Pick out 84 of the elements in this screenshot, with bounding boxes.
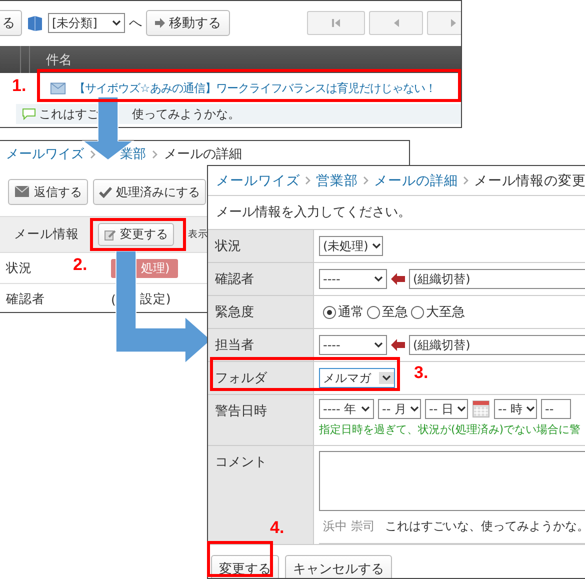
comment-author: 浜中 崇司 xyxy=(323,518,375,535)
folder-select[interactable]: メルマガ xyxy=(319,368,395,388)
first-page-icon xyxy=(331,18,341,28)
next-icon xyxy=(450,18,458,28)
chevron-down-icon xyxy=(372,243,382,249)
mail-subject-link[interactable]: 【サイボウズ☆あみの通信】ワークライフバランスは育児だけじゃない！ xyxy=(74,81,436,96)
action-button[interactable]: 処理済みにする xyxy=(93,179,206,205)
toolbar-button[interactable]: る xyxy=(0,10,22,36)
date-select[interactable]: ---- 年 xyxy=(319,399,374,419)
organization-select[interactable]: (組織切替) xyxy=(409,335,585,355)
chevron-down-icon xyxy=(526,406,536,412)
column-header: 件名 xyxy=(45,52,72,68)
field-label: 警告日時 xyxy=(215,404,267,419)
field-value: 設定) xyxy=(140,290,171,308)
breadcrumb-item[interactable]: 業部 xyxy=(120,145,146,163)
calendar-icon[interactable] xyxy=(472,400,490,418)
warning-note: 指定日時を過ぎて、状況が(処理済み)でない場合に警 xyxy=(319,422,581,437)
instruction-text: メール情報を入力してください。 xyxy=(215,204,412,222)
check-icon xyxy=(99,186,112,198)
breadcrumb-chevron-icon xyxy=(90,150,96,158)
arrow-left-icon xyxy=(391,339,405,351)
breadcrumb-chevron-icon xyxy=(363,176,369,185)
arrow-left-icon xyxy=(391,273,405,285)
previous-page-button[interactable] xyxy=(369,11,423,35)
section-title: メール情報 xyxy=(13,226,80,243)
user-select[interactable]: ---- xyxy=(319,269,387,289)
previous-icon xyxy=(392,18,400,28)
comment-field[interactable] xyxy=(319,451,585,511)
chevron-down-icon xyxy=(410,406,420,412)
breadcrumb-item[interactable]: 営業部 xyxy=(316,172,358,190)
date-select[interactable]: -- xyxy=(541,399,571,419)
envelope-icon xyxy=(50,81,66,96)
step-number: 3. xyxy=(414,363,428,383)
edit-icon xyxy=(104,228,116,240)
folder-select[interactable]: [未分類] xyxy=(48,13,125,33)
field-label: フォルダ xyxy=(215,371,267,386)
chevron-down-icon xyxy=(361,406,370,412)
field-label: 状況 xyxy=(6,260,32,274)
highlight-frame xyxy=(207,541,273,577)
form-button[interactable]: キャンセルする xyxy=(285,555,392,578)
display-link[interactable]: 表示 xyxy=(188,228,208,241)
action-button[interactable]: 返信する xyxy=(8,179,88,205)
comment-text: 使ってみようかな。 xyxy=(132,106,240,122)
field-label: 確認者 xyxy=(215,272,254,287)
chevron-down-icon xyxy=(112,20,121,26)
field-label: 緊急度 xyxy=(215,305,254,320)
user-select[interactable]: ---- xyxy=(319,335,387,355)
speech-bubble-icon xyxy=(22,108,36,120)
edit-button[interactable]: 変更する xyxy=(98,223,174,246)
field-label: 状況 xyxy=(215,239,241,254)
field-value: ( xyxy=(111,292,116,306)
breadcrumb-item: メールの詳細 xyxy=(164,146,242,163)
status-select[interactable]: (未処理) xyxy=(319,236,383,256)
breadcrumb-item[interactable]: メールワイズ xyxy=(6,145,84,163)
select-suffix: へ xyxy=(129,15,142,32)
breadcrumb-item[interactable]: メールの詳細 xyxy=(374,172,458,190)
first-page-button[interactable] xyxy=(307,11,365,35)
envelope-icon xyxy=(14,185,30,199)
breadcrumb-chevron-icon xyxy=(305,176,311,185)
urgency-radio[interactable]: 大至急 xyxy=(411,303,465,321)
urgency-radio[interactable]: 至急 xyxy=(367,303,408,321)
chevron-down-icon xyxy=(374,342,383,348)
chevron-down-icon xyxy=(374,276,383,282)
breadcrumb-chevron-icon xyxy=(152,150,158,158)
field-label: 担当者 xyxy=(215,338,254,353)
step-number: 2. xyxy=(73,255,88,275)
date-select[interactable]: -- 時 xyxy=(494,399,537,419)
move-button[interactable]: 移動する xyxy=(146,10,230,36)
date-select[interactable]: -- 月 xyxy=(378,399,421,419)
arrow-right-icon xyxy=(155,18,165,28)
breadcrumb-chevron-icon xyxy=(463,176,469,185)
breadcrumb-item: メール情報の変更 xyxy=(474,172,585,190)
field-label: 確認者 xyxy=(6,290,45,306)
step-number: 1. xyxy=(12,76,26,96)
field-label: コメント xyxy=(215,455,267,470)
chevron-down-icon xyxy=(457,406,466,412)
folder-icon xyxy=(26,14,44,32)
step-number: 4. xyxy=(270,518,284,538)
comment-text: これはすごいな、使ってみようかな。 xyxy=(384,518,585,535)
chevron-down-icon xyxy=(382,375,391,381)
organization-select[interactable]: (組織切替) xyxy=(409,269,585,289)
date-select[interactable]: -- 日 xyxy=(425,399,468,419)
urgency-radio[interactable]: 通常 xyxy=(323,303,364,321)
breadcrumb-item[interactable]: メールワイズ xyxy=(216,172,300,190)
